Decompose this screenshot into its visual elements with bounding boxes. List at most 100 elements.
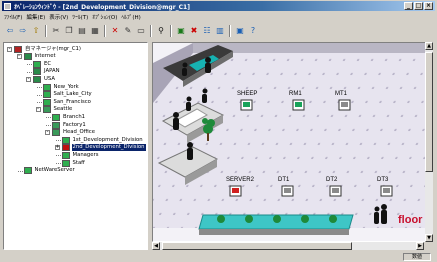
site-icon xyxy=(61,136,70,144)
tree-connector xyxy=(55,140,61,142)
collapse-toggle[interactable]: - xyxy=(45,130,50,136)
site-icon xyxy=(42,98,51,106)
cut-icon: ✂ xyxy=(52,26,60,35)
tree-connector xyxy=(27,71,32,73)
vertical-scrollbar[interactable]: ▲ ▼ xyxy=(425,42,433,242)
forward-icon: ⇨ xyxy=(19,26,27,35)
tree-connector xyxy=(36,102,42,104)
tree-connector xyxy=(27,64,32,66)
tree-node-label: Managers xyxy=(72,151,99,158)
copy-icon: ❐ xyxy=(65,26,73,35)
properties-icon: ▦ xyxy=(91,26,99,35)
vertical-scroll-thumb[interactable] xyxy=(425,52,433,172)
scroll-up-button[interactable]: ▲ xyxy=(425,42,433,50)
tree-node-label: Branch1 xyxy=(63,113,86,120)
monitor-button[interactable]: ▣ xyxy=(234,25,246,37)
site-red-icon xyxy=(61,144,70,152)
tree-node-label: Salt_Lake_City xyxy=(53,91,92,98)
copy-button[interactable]: ❐ xyxy=(63,25,75,37)
toolbar-separator xyxy=(170,25,172,37)
tree-node-label: New_York xyxy=(53,83,79,90)
tree-node-label: Head_Office xyxy=(63,129,95,136)
collapse-toggle[interactable]: - xyxy=(35,107,41,113)
edit-button[interactable]: ✎ xyxy=(122,25,134,37)
back-button[interactable]: ⇦ xyxy=(4,25,16,37)
list-view-button[interactable]: ▥ xyxy=(214,25,226,37)
site-icon xyxy=(61,159,70,167)
computer-label: DT2 xyxy=(326,177,338,183)
operation-window: ｵﾍﾟﾚｰｼｮﾝｳｨﾝﾄﾞｳ - [2nd_Development_Divisi… xyxy=(0,0,437,262)
maximize-button[interactable]: □ xyxy=(414,2,423,10)
scroll-right-button[interactable]: ▶ xyxy=(416,242,424,250)
computer-screen xyxy=(232,188,239,193)
map-view-icon: ▣ xyxy=(177,26,185,35)
menu-help[interactable]: ﾍﾙﾌﾟ(H) xyxy=(121,13,140,22)
navigation-tree[interactable]: 自マネージャ(mgr_C1) - Internet - EC JAPAN USA - New_Y… xyxy=(3,42,148,250)
tree-node-label: Internet xyxy=(34,53,56,60)
properties-button[interactable]: ▦ xyxy=(89,25,101,37)
menu-options[interactable]: ｵﾌﾟｼｮﾝ(O) xyxy=(92,13,117,22)
folder-icon xyxy=(33,75,41,83)
expand-toggle[interactable]: + xyxy=(54,145,60,151)
tree-connector xyxy=(55,155,61,157)
toolbar: ⇦ ⇨ ⇧ ✂ ❐ ▤ ▦ ✕ ✎ ▭ ⚲ ▣ ✖ ☷ ▥ ▣? xyxy=(2,24,435,38)
minimize-button[interactable]: _ xyxy=(404,2,413,10)
toolbar-separator xyxy=(45,25,47,37)
folder-icon xyxy=(33,68,41,76)
forward-button[interactable]: ⇨ xyxy=(17,25,29,37)
cut-button[interactable]: ✂ xyxy=(50,25,62,37)
site-icon xyxy=(61,151,70,159)
scroll-down-button[interactable]: ▼ xyxy=(425,234,433,242)
menu-file[interactable]: ﾌｧｲﾙ(F) xyxy=(4,13,22,22)
tree-node[interactable]: NetWareServer xyxy=(23,167,76,175)
edit-icon: ✎ xyxy=(124,26,132,35)
menu-view[interactable]: 表示(V) xyxy=(49,13,68,22)
network-button[interactable]: ☷ xyxy=(201,25,213,37)
alert-button[interactable]: ✖ xyxy=(188,25,200,37)
toolbar-separator xyxy=(104,25,106,37)
computer-screen xyxy=(383,188,390,193)
menu-tools[interactable]: ﾂｰﾙ(T) xyxy=(72,13,88,22)
tree-node-label: 2nd_Development_Division xyxy=(71,144,146,152)
horizontal-scrollbar[interactable]: ◀ ▶ xyxy=(152,242,424,250)
help-button[interactable]: ? xyxy=(247,25,259,37)
computer-label: MT1 xyxy=(335,91,348,97)
new-button[interactable]: ▭ xyxy=(135,25,147,37)
collapse-toggle[interactable]: - xyxy=(7,46,12,52)
new-icon: ▭ xyxy=(137,26,145,35)
menu-edit[interactable]: 編集(E) xyxy=(26,13,45,22)
paste-icon: ▤ xyxy=(78,26,86,35)
app-icon xyxy=(4,2,11,10)
floor-label: floor xyxy=(398,214,423,226)
computer-screen xyxy=(332,188,339,193)
list-view-icon: ▥ xyxy=(216,26,224,35)
computer-label: DT1 xyxy=(278,177,290,183)
computer-screen xyxy=(295,102,302,107)
collapse-toggle[interactable]: - xyxy=(26,76,31,82)
collapse-toggle[interactable]: - xyxy=(16,54,22,60)
computer-label: DT3 xyxy=(377,177,389,183)
map-view-button[interactable]: ▣ xyxy=(175,25,187,37)
floor-map-canvas: SHEEP RM1 MT1 SERVER2 DT1 DT2 DT3 floor xyxy=(153,43,432,241)
tree-connector xyxy=(46,117,51,119)
title-bar[interactable]: ｵﾍﾟﾚｰｼｮﾝｳｨﾝﾄﾞｳ - [2nd_Development_Divisi… xyxy=(2,1,435,11)
close-button[interactable]: × xyxy=(424,2,433,10)
find-button[interactable]: ⚲ xyxy=(155,25,167,37)
alert-icon: ✖ xyxy=(190,26,198,35)
scroll-left-button[interactable]: ◀ xyxy=(152,242,160,250)
back-icon: ⇦ xyxy=(6,26,14,35)
tree-connector xyxy=(55,163,61,164)
horizontal-scroll-thumb[interactable] xyxy=(162,242,352,250)
tree-node-label: NetWareServer xyxy=(34,167,75,174)
up-folder-button[interactable]: ⇧ xyxy=(30,25,42,37)
computer-screen xyxy=(243,102,250,107)
window-title: ｵﾍﾟﾚｰｼｮﾝｳｨﾝﾄﾞｳ - [2nd_Development_Divisi… xyxy=(14,3,190,11)
building-icon xyxy=(42,106,51,114)
paste-button[interactable]: ▤ xyxy=(76,25,88,37)
delete-button[interactable]: ✕ xyxy=(109,25,121,37)
monitor-icon: ▣ xyxy=(236,26,244,35)
computer-screen xyxy=(284,188,291,193)
tree-node-label: Seattle xyxy=(53,106,73,113)
site-icon xyxy=(23,167,32,175)
floor-map-view[interactable]: SHEEP RM1 MT1 SERVER2 DT1 DT2 DT3 floor xyxy=(152,42,433,242)
